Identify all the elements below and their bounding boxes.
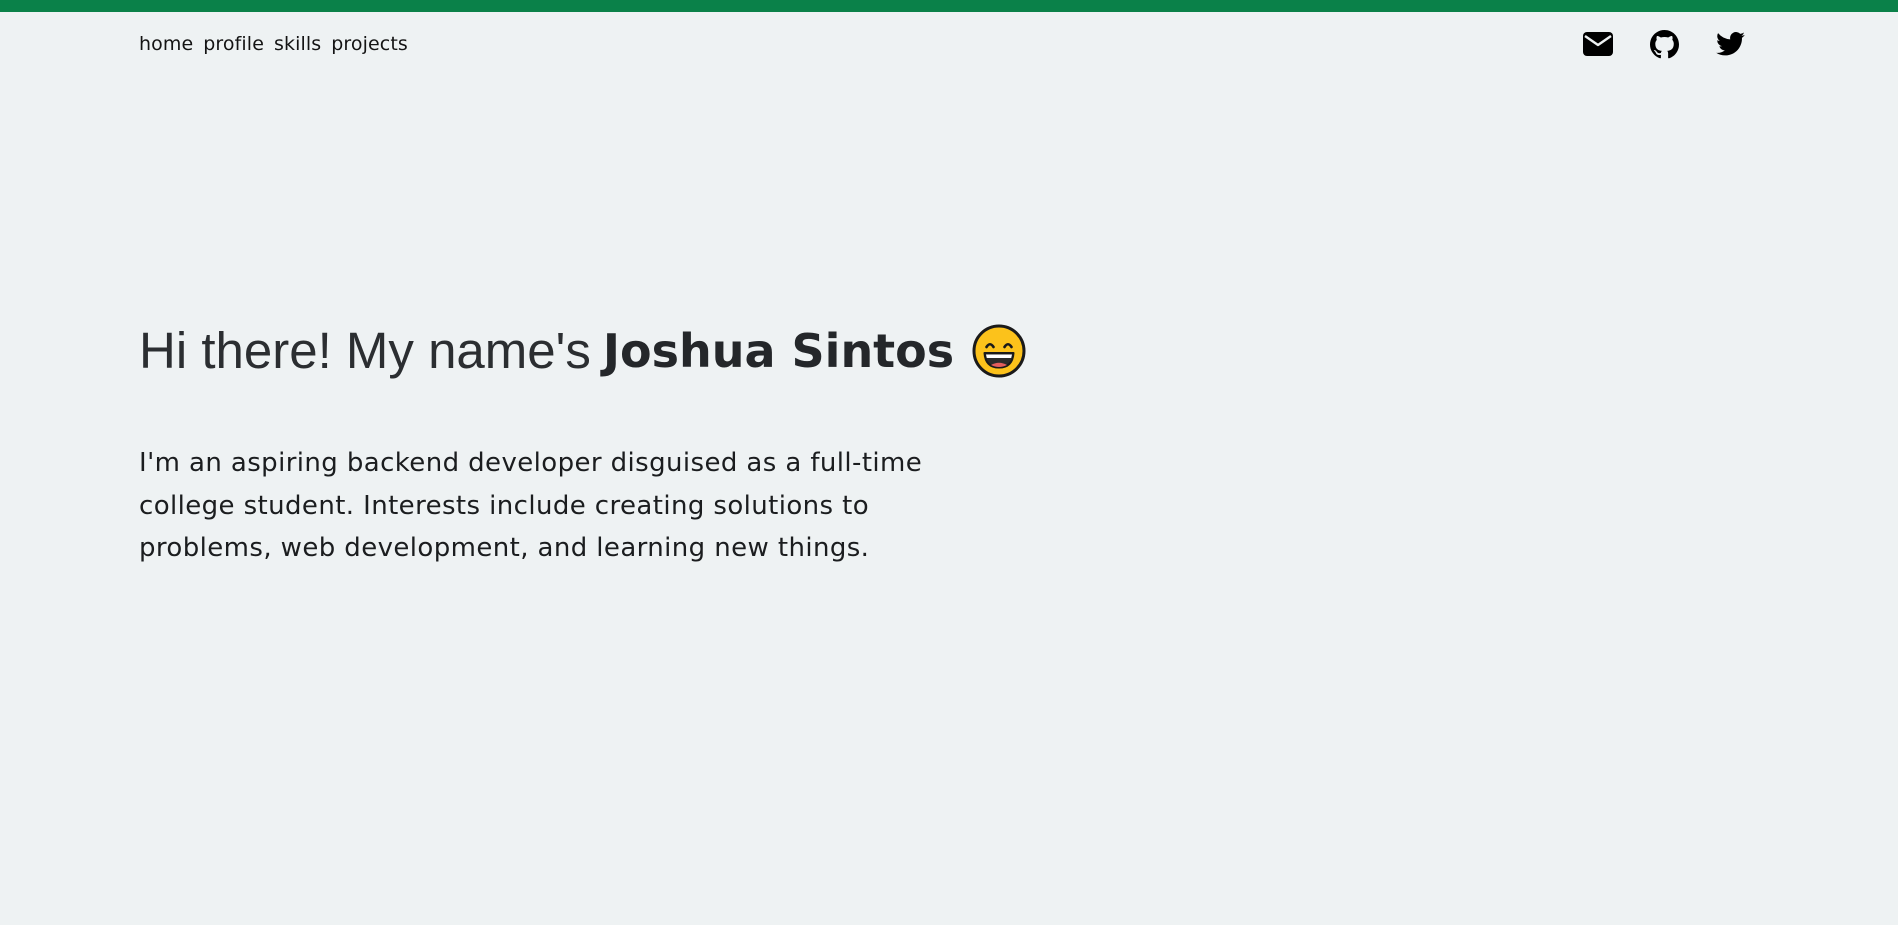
- email-link[interactable]: [1583, 29, 1613, 59]
- navbar: home profile skills projects: [139, 12, 1745, 76]
- top-accent-bar: [0, 0, 1898, 12]
- hero-title: Hi there! My name's Joshua Sintos: [139, 318, 1039, 384]
- nav-link-projects[interactable]: projects: [331, 33, 408, 55]
- nav-links: home profile skills projects: [139, 33, 408, 55]
- social-links: [1583, 29, 1745, 59]
- twitter-icon: [1715, 32, 1745, 56]
- github-icon: [1649, 29, 1679, 58]
- hero-greeting: Hi there! My name's: [139, 322, 591, 379]
- nav-link-home[interactable]: home: [139, 33, 193, 55]
- nav-link-skills[interactable]: skills: [274, 33, 321, 55]
- hero-name: Joshua Sintos: [602, 324, 955, 378]
- hero-section: Hi there! My name's Joshua Sintos I'm an…: [139, 318, 1039, 570]
- nav-link-profile[interactable]: profile: [203, 33, 264, 55]
- envelope-icon: [1583, 32, 1613, 56]
- twitter-link[interactable]: [1715, 29, 1745, 59]
- github-link[interactable]: [1649, 29, 1679, 59]
- hero-description: I'm an aspiring backend developer disgui…: [139, 448, 923, 563]
- grinning-face-icon: [972, 324, 1026, 378]
